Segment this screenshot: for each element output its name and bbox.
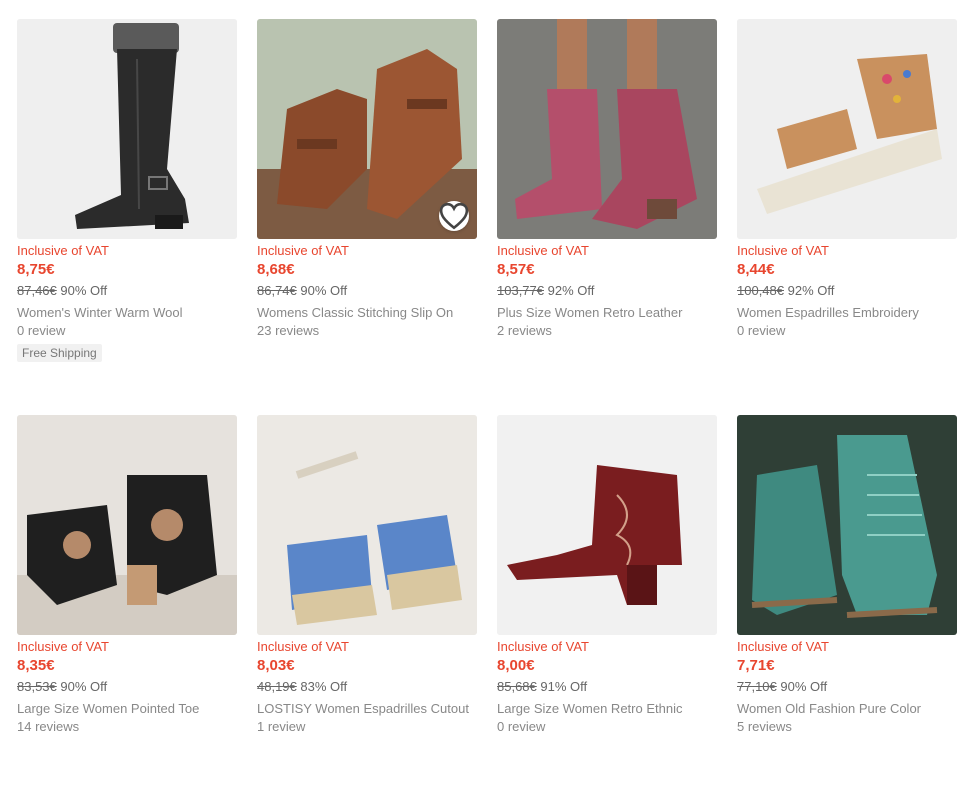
discount-row: 48,19€ 83% Off (257, 678, 477, 696)
product-card[interactable]: Inclusive of VAT 8,44€ 100,48€ 92% Off W… (737, 19, 957, 415)
original-price: 83,53€ (17, 679, 57, 694)
product-card[interactable]: Inclusive of VAT 8,68€ 86,74€ 90% Off Wo… (257, 19, 477, 415)
vat-notice: Inclusive of VAT (17, 243, 109, 258)
wedge-espadrille-image (257, 415, 477, 635)
vat-notice: Inclusive of VAT (257, 243, 349, 258)
product-card[interactable]: Inclusive of VAT 8,57€ 103,77€ 92% Off P… (497, 19, 717, 415)
product-card[interactable]: Inclusive of VAT 8,35€ 83,53€ 90% Off La… (17, 415, 237, 811)
review-count[interactable]: 0 review (497, 718, 717, 736)
discount-percent: 90% Off (780, 679, 828, 694)
heart-icon (439, 202, 469, 230)
discount-row: 86,74€ 90% Off (257, 282, 477, 300)
review-count[interactable]: 0 review (737, 322, 957, 340)
product-image[interactable] (17, 19, 237, 239)
lace-up-boot-image (497, 19, 717, 239)
sale-price: 8,75€ (17, 261, 55, 278)
vat-notice: Inclusive of VAT (737, 243, 829, 258)
product-card[interactable]: Inclusive of VAT 8,03€ 48,19€ 83% Off LO… (257, 415, 477, 811)
product-title[interactable]: Women Espadrilles Embroidery (737, 304, 957, 322)
product-image[interactable] (17, 415, 237, 635)
free-shipping-badge: Free Shipping (17, 344, 102, 362)
discount-row: 77,10€ 90% Off (737, 678, 957, 696)
review-count[interactable]: 1 review (257, 718, 477, 736)
western-bootie-image (497, 415, 717, 635)
discount-percent: 92% Off (547, 283, 595, 298)
product-image[interactable] (737, 19, 957, 239)
product-title[interactable]: Womens Classic Stitching Slip On (257, 304, 477, 322)
review-count[interactable]: 5 reviews (737, 718, 957, 736)
espadrille-sandal-image (737, 19, 957, 239)
product-card[interactable]: Inclusive of VAT 8,00€ 85,68€ 91% Off La… (497, 415, 717, 811)
product-image[interactable] (257, 19, 477, 239)
discount-percent: 90% Off (60, 283, 108, 298)
discount-row: 87,46€ 90% Off (17, 282, 237, 300)
discount-percent: 83% Off (300, 679, 348, 694)
vat-notice: Inclusive of VAT (257, 639, 349, 654)
original-price: 87,46€ (17, 283, 57, 298)
original-price: 103,77€ (497, 283, 544, 298)
product-title[interactable]: Large Size Women Retro Ethnic (497, 700, 717, 718)
sale-price: 8,35€ (17, 657, 55, 674)
product-image[interactable] (257, 415, 477, 635)
vat-notice: Inclusive of VAT (497, 639, 589, 654)
review-count[interactable]: 14 reviews (17, 718, 237, 736)
review-count[interactable]: 2 reviews (497, 322, 717, 340)
original-price: 77,10€ (737, 679, 777, 694)
sale-price: 8,03€ (257, 657, 295, 674)
original-price: 100,48€ (737, 283, 784, 298)
embroidered-boot-image (17, 415, 237, 635)
vat-notice: Inclusive of VAT (17, 639, 109, 654)
discount-percent: 92% Off (787, 283, 835, 298)
discount-percent: 91% Off (540, 679, 588, 694)
product-title[interactable]: LOSTISY Women Espadrilles Cutout (257, 700, 477, 718)
discount-row: 100,48€ 92% Off (737, 282, 957, 300)
sale-price: 8,44€ (737, 261, 775, 278)
review-count[interactable]: 0 review (17, 322, 237, 340)
vat-notice: Inclusive of VAT (737, 639, 829, 654)
review-count[interactable]: 23 reviews (257, 322, 477, 340)
discount-percent: 90% Off (60, 679, 108, 694)
product-title[interactable]: Plus Size Women Retro Leather (497, 304, 717, 322)
sale-price: 8,68€ (257, 261, 295, 278)
original-price: 86,74€ (257, 283, 297, 298)
original-price: 85,68€ (497, 679, 537, 694)
product-title[interactable]: Women Old Fashion Pure Color (737, 700, 957, 718)
product-image[interactable] (497, 415, 717, 635)
tall-boot-image (17, 19, 237, 239)
discount-row: 103,77€ 92% Off (497, 282, 717, 300)
green-boot-image (737, 415, 957, 635)
product-title[interactable]: Large Size Women Pointed Toe (17, 700, 237, 718)
product-title[interactable]: Women's Winter Warm Wool (17, 304, 237, 322)
discount-percent: 90% Off (300, 283, 348, 298)
product-image[interactable] (737, 415, 957, 635)
original-price: 48,19€ (257, 679, 297, 694)
sale-price: 8,57€ (497, 261, 535, 278)
sale-price: 7,71€ (737, 657, 775, 674)
vat-notice: Inclusive of VAT (497, 243, 589, 258)
discount-row: 83,53€ 90% Off (17, 678, 237, 696)
product-card[interactable]: Inclusive of VAT 8,75€ 87,46€ 90% Off Wo… (17, 19, 237, 415)
discount-row: 85,68€ 91% Off (497, 678, 717, 696)
product-grid: Inclusive of VAT 8,75€ 87,46€ 90% Off Wo… (17, 19, 957, 811)
product-image[interactable] (497, 19, 717, 239)
wishlist-button[interactable] (439, 201, 469, 231)
sale-price: 8,00€ (497, 657, 535, 674)
product-card[interactable]: Inclusive of VAT 7,71€ 77,10€ 90% Off Wo… (737, 415, 957, 811)
